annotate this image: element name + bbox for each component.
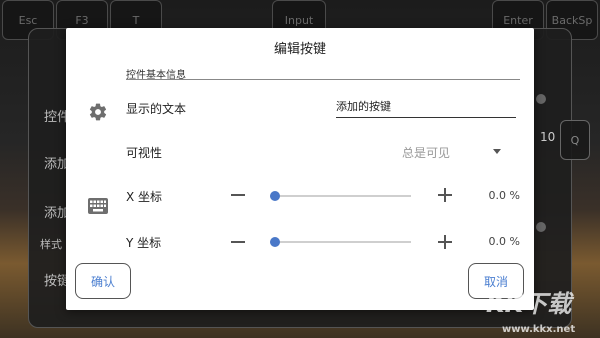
x-coordinate-label: X 坐标 bbox=[126, 190, 163, 204]
y-increase-button[interactable] bbox=[437, 234, 453, 250]
chevron-down-icon[interactable] bbox=[493, 149, 501, 154]
y-coordinate-label: Y 坐标 bbox=[126, 236, 162, 250]
x-decrease-button[interactable] bbox=[230, 187, 246, 203]
x-coordinate-value: 0.0 % bbox=[488, 189, 520, 202]
display-text-input[interactable]: 添加的按键 bbox=[336, 98, 516, 118]
x-slider[interactable] bbox=[270, 195, 411, 197]
x-slider-thumb[interactable] bbox=[270, 191, 280, 201]
bg-panel-value: 10 bbox=[540, 130, 556, 144]
y-slider-thumb[interactable] bbox=[270, 237, 280, 247]
keyboard-icon bbox=[88, 198, 108, 214]
watermark-text: KK下载 bbox=[486, 290, 572, 318]
y-decrease-button[interactable] bbox=[230, 234, 246, 250]
y-slider[interactable] bbox=[270, 241, 411, 243]
watermark: KK下载 www.kkx.net bbox=[486, 282, 600, 338]
dialog-title: 编辑按键 bbox=[273, 42, 326, 57]
x-increase-button[interactable] bbox=[437, 187, 453, 203]
bg-toggle bbox=[536, 94, 546, 104]
y-coordinate-value: 0.0 % bbox=[488, 235, 520, 248]
display-text-label: 显示的文本 bbox=[126, 102, 187, 116]
section-divider bbox=[126, 79, 520, 80]
edit-key-dialog: 编辑按键 控件基本信息 显示的文本 添加的按键 可视性 总是可见 X 坐标 0.… bbox=[66, 28, 534, 310]
confirm-button[interactable]: 确认 bbox=[75, 263, 131, 299]
watermark-url: www.kkx.net bbox=[502, 324, 576, 335]
gear-icon bbox=[89, 103, 107, 121]
bg-toggle bbox=[536, 222, 546, 232]
visibility-label: 可视性 bbox=[126, 146, 163, 160]
bg-panel-item: 样式 bbox=[40, 238, 62, 251]
visibility-select[interactable]: 总是可见 bbox=[402, 144, 450, 161]
bg-panel-button: Q bbox=[560, 120, 590, 160]
